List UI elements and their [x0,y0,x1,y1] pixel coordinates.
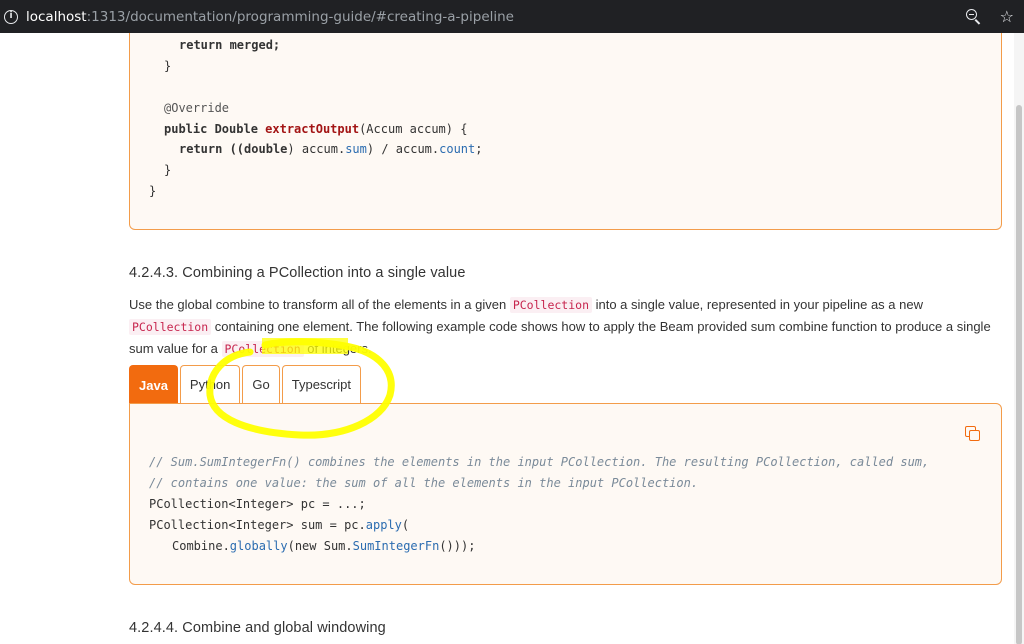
address-bar-actions: ☆ [965,0,1014,33]
para-text: of integers. [303,341,372,356]
section-paragraph: Use the global combine to transform all … [129,294,999,360]
url-path: :1313/documentation/programming-guide/#c… [86,8,514,25]
code-block-java: // Sum.SumIntegerFn() combines the eleme… [129,403,1002,585]
language-tabs: Java Python Go Typescript [129,365,361,404]
info-icon[interactable]: i [4,9,18,24]
scrollbar-thumb[interactable] [1016,105,1022,644]
url-host: localhost [26,8,87,25]
zoom-out-icon[interactable] [965,8,982,25]
inline-code: PCollection [129,319,212,335]
section-heading: 4.2.4.3. Combining a PCollection into a … [129,265,466,281]
code-line: Combine.globally(new Sum.SumIntegerFn())… [172,539,476,553]
url-text[interactable]: localhost:1313/documentation/programming… [26,9,514,25]
code-block-previous: return merged; } @Override public Double… [129,33,1002,230]
tab-go[interactable]: Go [242,365,280,403]
next-section-heading: 4.2.4.4. Combine and global windowing [129,620,386,636]
code-line: return merged; [179,38,281,52]
page-scrollbar[interactable] [1014,33,1024,644]
para-text: into a single value, represented in your… [592,297,923,312]
code-comment: // contains one value: the sum of all th… [149,476,699,490]
tab-typescript[interactable]: Typescript [281,365,361,403]
code-line: PCollection<Integer> sum = pc.apply( [149,518,410,532]
code-line: } [164,59,172,73]
tab-python[interactable]: Python [179,365,241,403]
bookmark-star-icon[interactable]: ☆ [1000,8,1014,25]
code-line: PCollection<Integer> pc = ...; [149,497,366,511]
code-line: } [149,184,157,198]
para-text: Use the global combine to transform all … [129,297,510,312]
copy-icon[interactable] [965,426,981,442]
code-line: @Override [164,101,230,115]
code-comment: // Sum.SumIntegerFn() combines the eleme… [149,455,930,469]
code-line: public Double extractOutput(Accum accum)… [164,122,468,136]
tab-java[interactable]: Java [129,365,178,404]
code-line: return ((double) accum.sum) / accum.coun… [179,142,483,156]
inline-code: PCollection [221,341,304,357]
inline-code: PCollection [509,297,592,313]
code-line: } [164,163,172,177]
browser-address-bar[interactable]: i localhost:1313/documentation/programmi… [0,0,1024,33]
